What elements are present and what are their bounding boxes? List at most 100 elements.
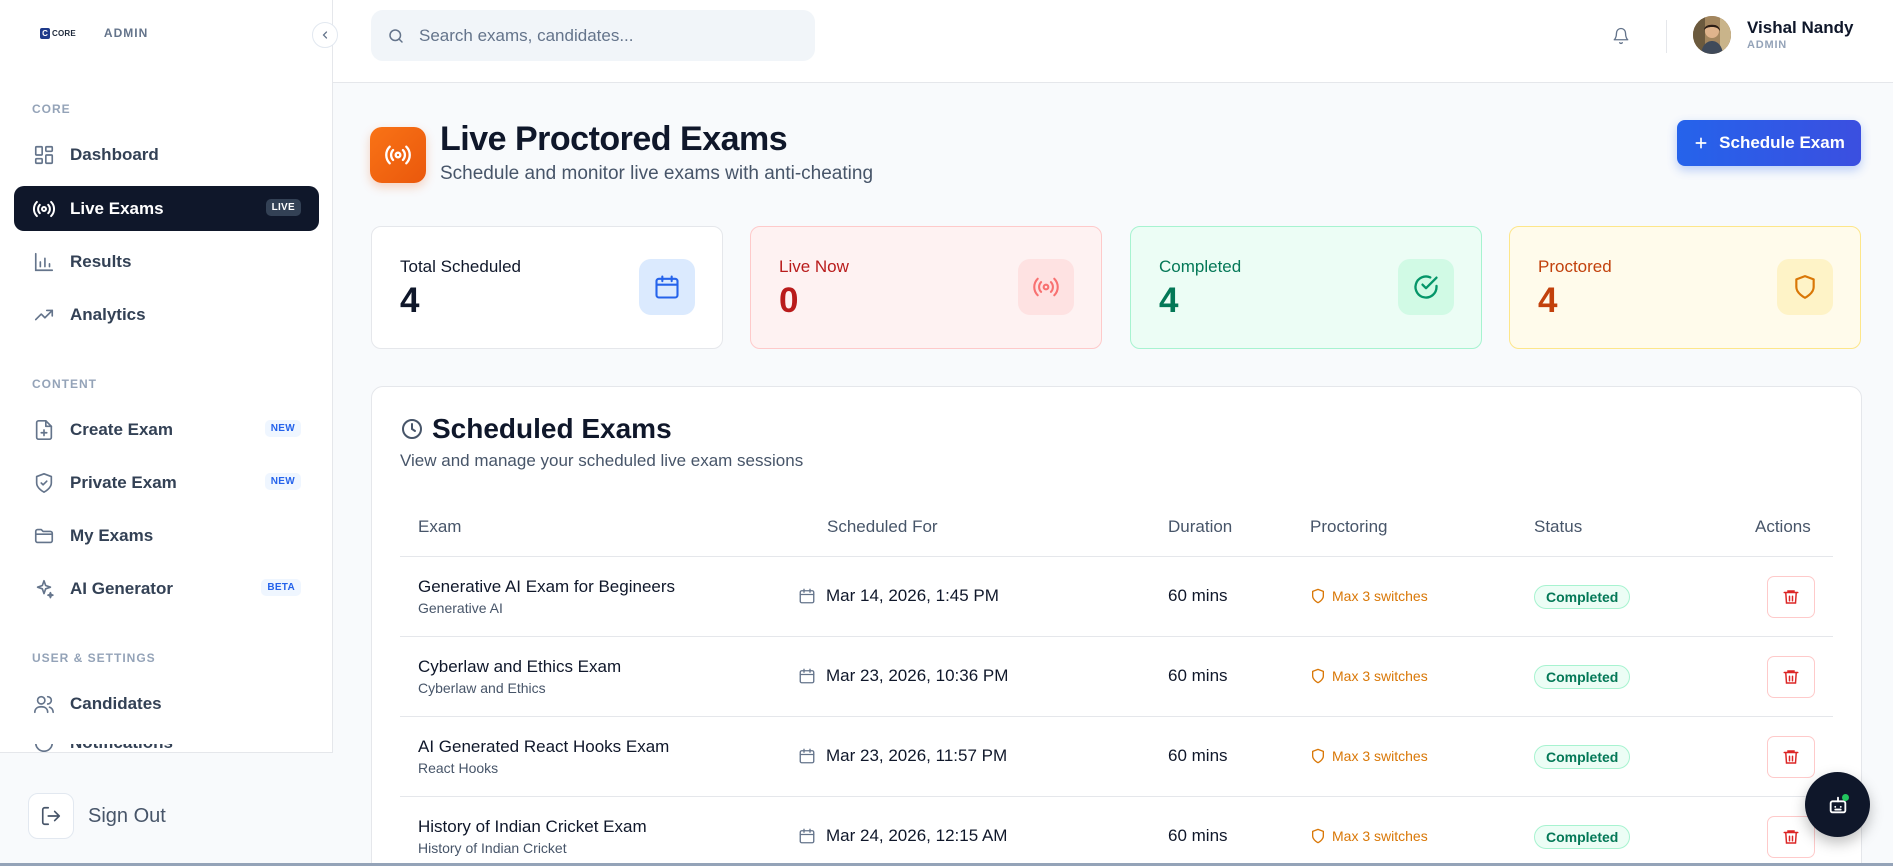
beta-badge: BETA — [261, 579, 301, 596]
schedule-exam-button[interactable]: Schedule Exam — [1677, 120, 1861, 166]
users-icon — [32, 692, 56, 716]
sidebar-item-live-exams[interactable]: Live Exams LIVE — [14, 186, 319, 231]
sidebar-item-private-exam[interactable]: Private Exam NEW — [14, 460, 319, 505]
exam-category: React Hooks — [418, 760, 499, 776]
proctoring-label: Max 3 switches — [1332, 668, 1428, 684]
trash-icon — [1783, 830, 1799, 844]
search-input[interactable] — [419, 25, 799, 46]
chat-assistant-button[interactable] — [1805, 772, 1870, 837]
sidebar-item-label: Notifications — [70, 744, 173, 752]
section-label-content: CONTENT — [32, 377, 97, 391]
sign-out-button[interactable]: Sign Out — [28, 793, 166, 839]
search-bar[interactable] — [371, 10, 815, 61]
exam-name[interactable]: History of Indian Cricket Exam — [418, 817, 647, 837]
proctoring-label: Max 3 switches — [1332, 828, 1428, 844]
broadcast-icon — [1018, 259, 1074, 315]
clock-icon — [400, 417, 424, 446]
stat-label: Completed — [1159, 257, 1242, 276]
exam-category: Generative AI — [418, 600, 503, 616]
logo[interactable]: C CORE — [40, 27, 76, 39]
sidebar-item-label: Analytics — [70, 304, 146, 324]
sidebar-item-my-exams[interactable]: My Exams — [14, 513, 319, 558]
logout-icon — [28, 793, 74, 839]
table-row[interactable]: History of Indian Cricket Exam History o… — [400, 797, 1833, 866]
status-badge: Completed — [1534, 585, 1631, 609]
search-icon — [389, 28, 403, 43]
page-subtitle: Schedule and monitor live exams with ant… — [440, 163, 874, 184]
sidebar-item-label: AI Generator — [70, 578, 173, 598]
check-circle-icon — [1398, 259, 1454, 315]
section-label-user-settings: USER & SETTINGS — [32, 651, 156, 665]
delete-button[interactable] — [1767, 816, 1815, 858]
sidebar-item-dashboard[interactable]: Dashboard — [14, 132, 319, 177]
sparkles-icon — [32, 577, 56, 601]
scheduled-for: Mar 14, 2026, 1:45 PM — [798, 586, 999, 606]
scheduled-exams-card: Scheduled Exams View and manage your sch… — [371, 386, 1862, 866]
calendar-icon — [799, 748, 815, 764]
duration: 60 mins — [1168, 746, 1228, 765]
bar-chart-icon — [32, 250, 56, 274]
table-row[interactable]: Generative AI Exam for Begineers Generat… — [400, 557, 1833, 636]
chevron-left-icon — [322, 31, 328, 39]
sidebar-item-notifications[interactable]: Notifications — [14, 744, 319, 752]
shield-check-icon — [32, 471, 56, 495]
scheduled-for: Mar 23, 2026, 10:36 PM — [798, 666, 1008, 686]
logo-mark: C — [40, 27, 50, 39]
stat-label: Proctored — [1538, 257, 1612, 276]
stat-label: Total Scheduled — [400, 257, 521, 276]
proctoring: Max 3 switches — [1310, 588, 1428, 604]
notifications-bell-icon[interactable] — [1609, 24, 1633, 48]
column-header-proctoring: Proctoring — [1310, 517, 1388, 536]
duration: 60 mins — [1168, 666, 1228, 685]
user-name[interactable]: Vishal Nandy — [1747, 18, 1853, 38]
exam-name[interactable]: Cyberlaw and Ethics Exam — [418, 657, 621, 677]
calendar-icon — [639, 259, 695, 315]
sidebar: C CORE ADMIN CORE Dashboard Live Exams L… — [0, 0, 333, 866]
stat-value: 4 — [1159, 281, 1179, 320]
duration: 60 mins — [1168, 826, 1228, 845]
stat-card-live-now: Live Now 0 — [750, 226, 1102, 349]
duration: 60 mins — [1168, 586, 1228, 605]
avatar[interactable] — [1693, 16, 1731, 54]
sidebar-item-analytics[interactable]: Analytics — [14, 292, 319, 337]
sidebar-item-label: My Exams — [70, 525, 154, 545]
proctoring: Max 3 switches — [1310, 828, 1428, 844]
sidebar-item-candidates[interactable]: Candidates — [14, 681, 319, 726]
table-row[interactable]: AI Generated React Hooks Exam React Hook… — [400, 717, 1833, 796]
column-header-actions: Actions — [1755, 517, 1811, 536]
proctoring: Max 3 switches — [1310, 668, 1428, 684]
live-badge: LIVE — [265, 199, 301, 216]
column-header-exam: Exam — [418, 517, 462, 536]
new-badge: NEW — [264, 473, 301, 490]
exam-category: History of Indian Cricket — [418, 840, 567, 856]
table-row[interactable]: Cyberlaw and Ethics Exam Cyberlaw and Et… — [400, 637, 1833, 716]
stat-label: Live Now — [779, 257, 849, 276]
stat-value: 4 — [1538, 281, 1558, 320]
delete-button[interactable] — [1767, 576, 1815, 618]
folder-icon — [32, 524, 56, 548]
sidebar-item-ai-generator[interactable]: AI Generator BETA — [14, 566, 319, 611]
shield-icon — [1312, 588, 1324, 604]
trending-icon — [32, 303, 56, 327]
sign-out-label: Sign Out — [88, 804, 166, 827]
column-header-status: Status — [1534, 517, 1583, 536]
card-title: Scheduled Exams — [432, 413, 672, 444]
topbar: Vishal Nandy ADMIN — [333, 0, 1893, 83]
sidebar-item-results[interactable]: Results — [14, 239, 319, 284]
exam-name[interactable]: AI Generated React Hooks Exam — [418, 737, 669, 757]
sidebar-item-create-exam[interactable]: Create Exam NEW — [14, 407, 319, 452]
delete-button[interactable] — [1767, 736, 1815, 778]
stat-card-proctored: Proctored 4 — [1509, 226, 1861, 349]
column-header-duration: Duration — [1168, 517, 1233, 536]
online-indicator — [1842, 794, 1849, 801]
live-exams-header-icon — [370, 127, 426, 183]
exam-name[interactable]: Generative AI Exam for Begineers — [418, 577, 675, 597]
logo-word: CORE — [52, 28, 76, 38]
trash-icon — [1783, 670, 1799, 684]
delete-button[interactable] — [1767, 656, 1815, 698]
proctoring: Max 3 switches — [1310, 748, 1428, 764]
sidebar-item-label: Results — [70, 251, 132, 271]
sidebar-collapse-button[interactable] — [312, 22, 338, 48]
sidebar-item-notifications-clipped[interactable]: Notifications — [14, 744, 319, 752]
plus-icon — [1695, 137, 1707, 149]
